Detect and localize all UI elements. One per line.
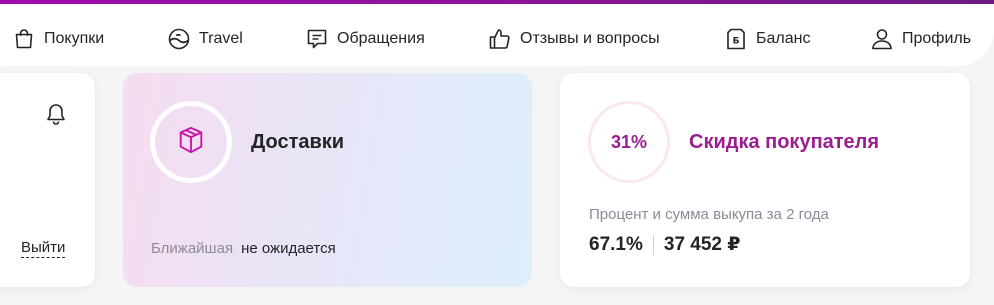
user-icon (870, 27, 894, 51)
balance-ruble-icon: Б (724, 27, 748, 51)
nav-item-purchases[interactable]: Покупки (12, 24, 104, 54)
top-navigation-bar: Покупки Travel Обращения Отзывы и вопрос… (0, 4, 994, 66)
buyer-discount-card[interactable]: 31% Скидка покупателя Процент и сумма вы… (560, 73, 970, 287)
nav-item-label: Профиль (902, 30, 972, 47)
deliveries-card[interactable]: Доставки Ближайшая не ожидается (123, 73, 532, 287)
nearest-delivery-value: не ожидается (241, 240, 336, 257)
nav-item-reviews[interactable]: Отзывы и вопросы (488, 24, 660, 54)
thumbs-up-icon (488, 27, 512, 51)
nav-item-appeals[interactable]: Обращения (305, 24, 425, 54)
nav-item-balance[interactable]: Б Баланс (724, 24, 810, 54)
nav-item-label: Отзывы и вопросы (520, 30, 660, 47)
bell-icon[interactable] (44, 102, 68, 126)
svg-text:Б: Б (733, 37, 740, 47)
nav-item-label: Баланс (756, 30, 811, 47)
value-divider (652, 234, 654, 255)
nav-item-label: Покупки (44, 30, 105, 47)
nav-item-label: Travel (199, 30, 243, 47)
shopping-bag-icon (12, 27, 36, 51)
package-box-icon (176, 125, 206, 160)
nearest-delivery-label: Ближайшая (151, 240, 234, 257)
buyout-subtitle: Процент и сумма выкупа за 2 года (589, 206, 829, 223)
deliveries-title: Доставки (251, 131, 345, 153)
discount-percent-badge: 31% (588, 101, 670, 183)
nav-item-profile[interactable]: Профиль (870, 24, 971, 54)
nav-item-travel[interactable]: Travel (167, 24, 243, 54)
travel-globe-icon (167, 27, 191, 51)
buyout-values: 67.1% 37 452 ₽ (589, 233, 741, 256)
discount-title: Скидка покупателя (689, 131, 880, 153)
logout-link[interactable]: Выйти (21, 239, 66, 258)
message-icon (305, 27, 329, 51)
buyout-percent: 67.1% (589, 233, 643, 255)
deliveries-icon-circle (150, 101, 232, 183)
buyout-sum: 37 452 ₽ (663, 234, 741, 255)
nav-item-label: Обращения (337, 30, 425, 47)
nearest-delivery: Ближайшая не ожидается (151, 240, 336, 257)
profile-summary-card: Выйти (0, 73, 95, 287)
